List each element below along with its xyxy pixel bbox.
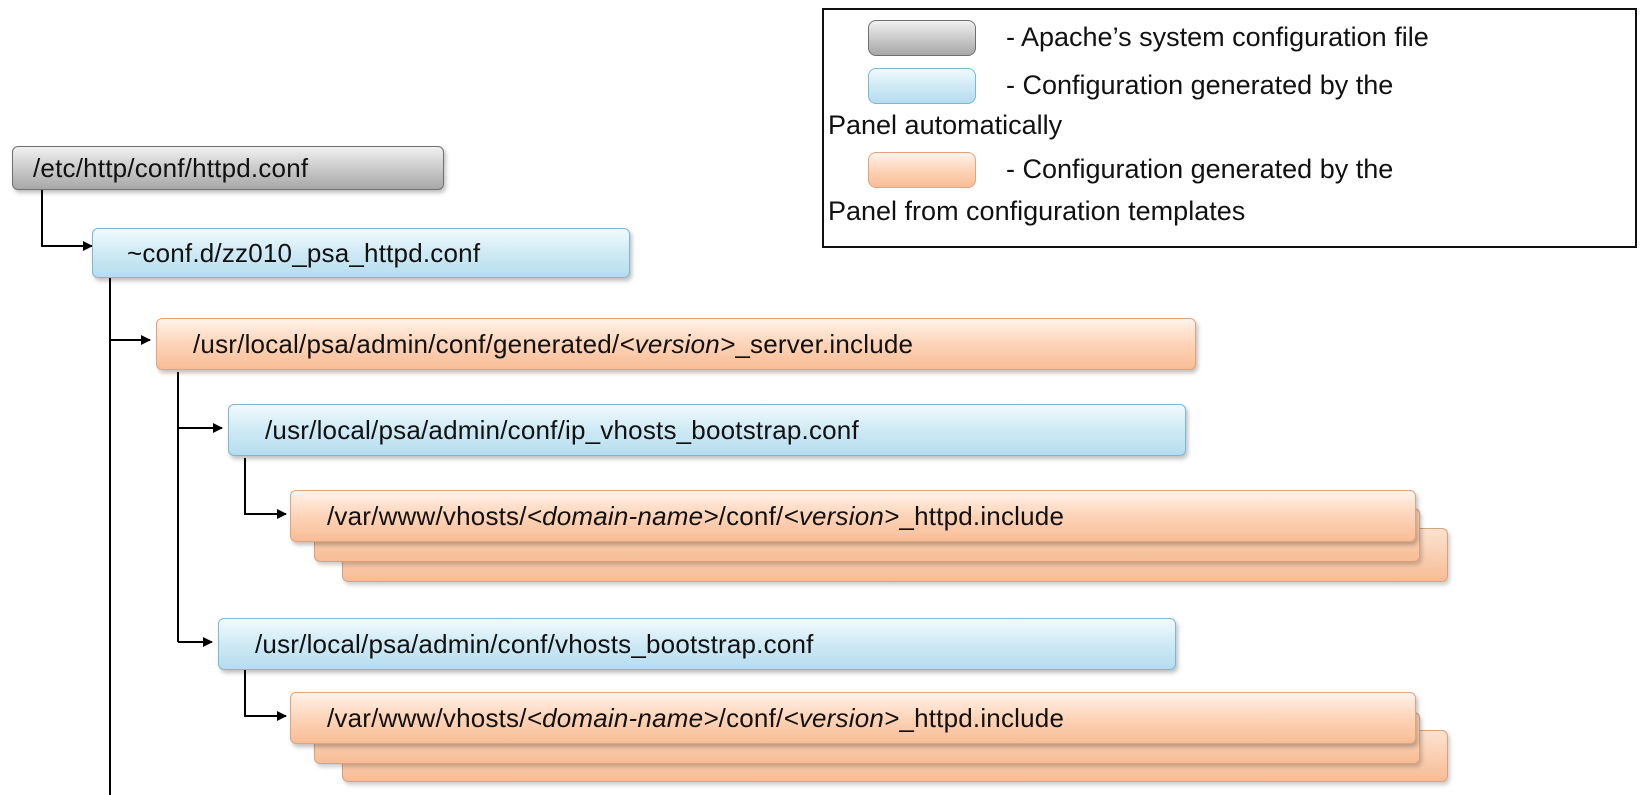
legend-swatch-system xyxy=(868,20,976,56)
connector-root-to-psa xyxy=(41,184,93,251)
node-vhost-include-1: /var/www/vhosts/<domain-name>/conf/<vers… xyxy=(290,490,1416,542)
node-vhost-include-2: /var/www/vhosts/<domain-name>/conf/<vers… xyxy=(290,692,1416,744)
node-ip-vhosts-bootstrap-label: /usr/local/psa/admin/conf/ip_vhosts_boot… xyxy=(265,414,859,445)
node-vhosts-bootstrap: /usr/local/psa/admin/conf/vhosts_bootstr… xyxy=(218,618,1176,670)
node-httpd-conf: /etc/http/conf/httpd.conf xyxy=(12,146,444,190)
connector-vhosts-to-include xyxy=(244,670,287,721)
legend-label-system: - Apache’s system configuration file xyxy=(1006,22,1429,52)
legend-label-templates-line1: - Configuration generated by the xyxy=(1006,154,1394,184)
node-vhost-include-1-label: /var/www/vhosts/<domain-name>/conf/<vers… xyxy=(327,500,1065,531)
node-vhost-include-2-label: /var/www/vhosts/<domain-name>/conf/<vers… xyxy=(327,702,1065,733)
legend-swatch-auto xyxy=(868,68,976,104)
connector-ip-to-include xyxy=(244,458,287,519)
legend-label-auto-line2: Panel automatically xyxy=(828,110,1063,140)
node-psa-httpd-conf-label: ~conf.d/zz010_psa_httpd.conf xyxy=(127,237,481,268)
node-server-include-label: /usr/local/psa/admin/conf/generated/<ver… xyxy=(193,328,914,359)
node-httpd-conf-label: /etc/http/conf/httpd.conf xyxy=(33,152,309,183)
legend-label-auto-line1: - Configuration generated by the xyxy=(1006,70,1394,100)
node-ip-vhosts-bootstrap: /usr/local/psa/admin/conf/ip_vhosts_boot… xyxy=(228,404,1186,456)
node-vhosts-bootstrap-label: /usr/local/psa/admin/conf/vhosts_bootstr… xyxy=(255,628,814,659)
legend-label-templates-line2: Panel from configuration templates xyxy=(828,196,1246,226)
node-psa-httpd-conf: ~conf.d/zz010_psa_httpd.conf xyxy=(92,228,630,278)
node-server-include: /usr/local/psa/admin/conf/generated/<ver… xyxy=(156,318,1196,370)
legend-swatch-templates xyxy=(868,152,976,188)
legend: - Apache’s system configuration file - C… xyxy=(822,8,1637,248)
